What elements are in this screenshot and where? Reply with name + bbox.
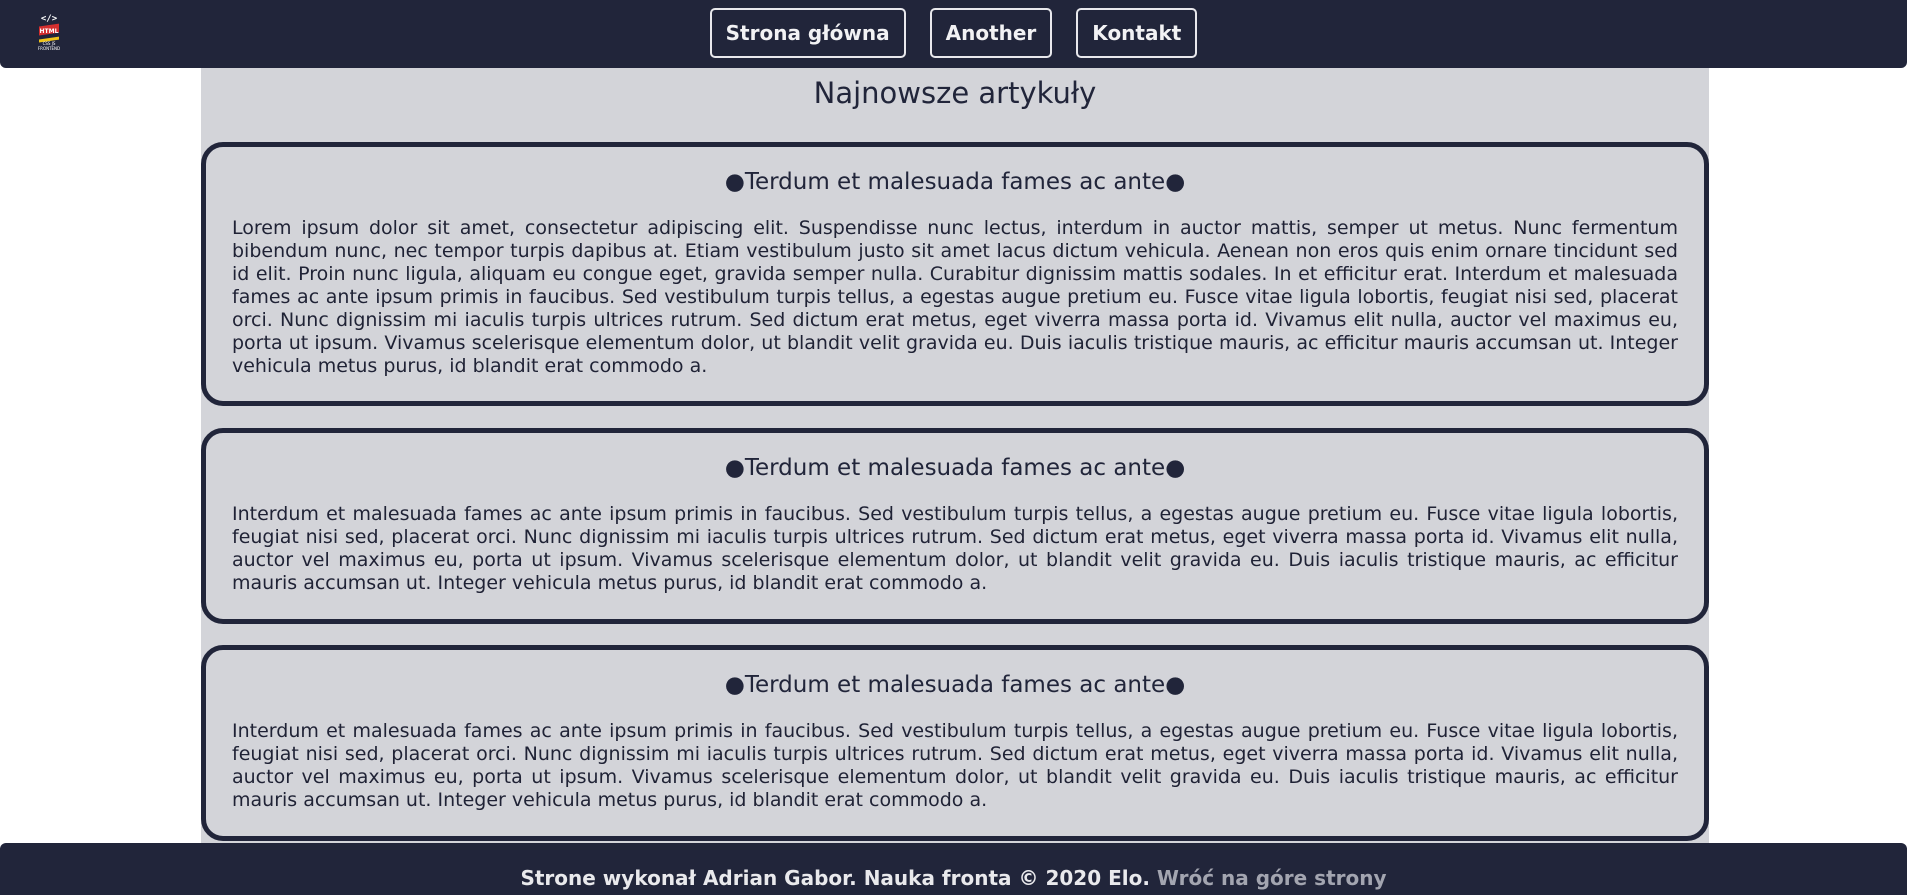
nav-contact-label: Kontakt bbox=[1092, 21, 1182, 45]
article-body: Interdum et malesuada fames ac ante ipsu… bbox=[232, 503, 1678, 594]
article-card: ●Terdum et malesuada fames ac ante● Lore… bbox=[201, 142, 1709, 406]
article-card: ●Terdum et malesuada fames ac ante● Inte… bbox=[201, 645, 1709, 841]
nav-contact-button[interactable]: Kontakt bbox=[1076, 8, 1198, 58]
nav-another-button[interactable]: Another bbox=[929, 8, 1053, 58]
article-body: Interdum et malesuada fames ac ante ipsu… bbox=[232, 720, 1678, 811]
nav-another-label: Another bbox=[945, 21, 1037, 45]
article-body: Lorem ipsum dolor sit amet, consectetur … bbox=[232, 217, 1678, 377]
article-card: ●Terdum et malesuada fames ac ante● Inte… bbox=[201, 428, 1709, 624]
footer: Strone wykonał Adrian Gabor. Nauka front… bbox=[0, 843, 1907, 895]
page-title: Najnowsze artykuły bbox=[813, 76, 1097, 110]
footer-credits: Strone wykonał Adrian Gabor. Nauka front… bbox=[520, 866, 1150, 890]
back-to-top-link[interactable]: Wróć na góre strony bbox=[1157, 866, 1387, 890]
top-navbar: </> HTML CSS JS FRONTEND Strona główna A… bbox=[0, 0, 1907, 68]
main-nav: Strona główna Another Kontakt bbox=[0, 8, 1907, 58]
footer-text-line: Strone wykonał Adrian Gabor. Nauka front… bbox=[0, 866, 1907, 890]
article-title: ●Terdum et malesuada fames ac ante● bbox=[724, 672, 1186, 698]
nav-home-button[interactable]: Strona główna bbox=[709, 8, 906, 58]
article-title: ●Terdum et malesuada fames ac ante● bbox=[724, 169, 1186, 195]
articles-section: Najnowsze artykuły ●Terdum et malesuada … bbox=[201, 68, 1709, 843]
nav-home-label: Strona główna bbox=[725, 21, 890, 45]
article-title: ●Terdum et malesuada fames ac ante● bbox=[724, 455, 1186, 481]
